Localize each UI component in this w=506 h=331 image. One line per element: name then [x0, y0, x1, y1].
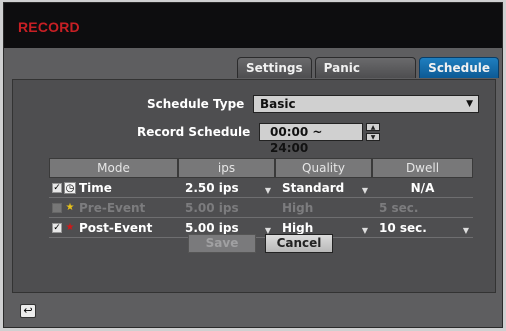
chevron-down-icon: ▼ — [466, 99, 473, 109]
clock-icon: ◷ — [64, 182, 76, 194]
check-icon[interactable]: ✓ — [52, 183, 62, 193]
chevron-down-icon: ▼ — [361, 186, 368, 195]
quality-dropdown[interactable]: Standard ▼ — [275, 178, 372, 198]
header-mode: Mode — [49, 158, 178, 178]
ips-value: 5.00 ips — [185, 201, 239, 215]
schedule-panel: Schedule Type Basic ▼ Record Schedule 00… — [12, 79, 496, 293]
quality-dropdown[interactable]: High — [275, 198, 372, 218]
quality-value: High — [282, 221, 314, 235]
save-button[interactable]: Save — [188, 234, 256, 253]
record-schedule-field[interactable]: 00:00 ~ 24:00 — [259, 123, 363, 155]
chevron-down-icon: ▼ — [264, 186, 271, 195]
record-schedule-label: Record Schedule — [137, 125, 251, 139]
ips-value: 5.00 ips — [185, 221, 239, 235]
mode-label: Time — [79, 181, 112, 195]
title-bar: RECORD — [4, 3, 502, 48]
quality-value: High — [282, 201, 314, 215]
tab-settings[interactable]: Settings — [237, 57, 312, 78]
tab-schedule[interactable]: Schedule — [419, 57, 499, 78]
running-man-icon: ★ — [65, 222, 75, 233]
mode-label: Post-Event — [79, 221, 153, 235]
table-row: ✓ ★ Post-Event 5.00 ips ▼ High ▼ 10 sec.… — [49, 218, 473, 238]
dwell-dropdown[interactable]: 10 sec. ▼ — [372, 218, 473, 238]
spinner-up-icon[interactable]: ▲ — [366, 123, 380, 131]
schedule-type-value: Basic — [260, 97, 296, 111]
table-row: ✓ ◷ Time 2.50 ips ▼ Standard ▼ N/A — [49, 178, 473, 198]
mode-cell: ✓ ◷ Time — [49, 178, 178, 198]
dwell-value: N/A — [410, 181, 435, 195]
spinner-down-icon[interactable]: ▼ — [366, 133, 380, 141]
table-row: ✓ ★ Pre-Event 5.00 ips High 5 sec. — [49, 198, 473, 218]
ips-value: 2.50 ips — [185, 181, 239, 195]
dwell-value: 10 sec. — [379, 221, 427, 235]
ips-dropdown[interactable]: 5.00 ips — [178, 198, 275, 218]
quality-value: Standard — [282, 181, 345, 195]
header-quality: Quality — [275, 158, 372, 178]
back-arrow-icon[interactable]: ↩ — [20, 304, 36, 318]
dwell-dropdown[interactable]: 5 sec. — [372, 198, 473, 218]
check-icon[interactable]: ✓ — [52, 203, 62, 213]
window-title: RECORD — [18, 19, 80, 35]
chevron-down-icon: ▼ — [462, 226, 469, 235]
header-ips: ips — [178, 158, 275, 178]
record-window: RECORD Settings Panic Record Schedule Sc… — [3, 2, 503, 328]
record-schedule-value: 00:00 ~ 24:00 — [270, 125, 323, 155]
schedule-type-dropdown[interactable]: Basic ▼ — [253, 95, 479, 113]
table-header-row: Mode ips Quality Dwell — [49, 158, 473, 178]
tab-bar: Settings Panic Record Schedule — [237, 57, 502, 96]
check-icon[interactable]: ✓ — [52, 223, 62, 233]
tab-panic-record[interactable]: Panic Record — [314, 57, 417, 96]
mode-label: Pre-Event — [79, 201, 146, 215]
schedule-type-label: Schedule Type — [147, 97, 245, 111]
running-man-icon: ★ — [65, 202, 75, 213]
chevron-down-icon: ▼ — [361, 226, 368, 235]
dwell-value: 5 sec. — [379, 201, 419, 215]
mode-cell: ✓ ★ Post-Event — [49, 218, 178, 238]
row-divider — [49, 237, 473, 238]
record-schedule-spinner: ▲ ▼ — [366, 123, 380, 141]
cancel-button[interactable]: Cancel — [265, 234, 333, 253]
mode-table: Mode ips Quality Dwell ✓ ◷ Time 2.50 ips… — [49, 158, 473, 238]
ips-dropdown[interactable]: 2.50 ips ▼ — [178, 178, 275, 198]
mode-cell: ✓ ★ Pre-Event — [49, 198, 178, 218]
header-dwell: Dwell — [372, 158, 473, 178]
